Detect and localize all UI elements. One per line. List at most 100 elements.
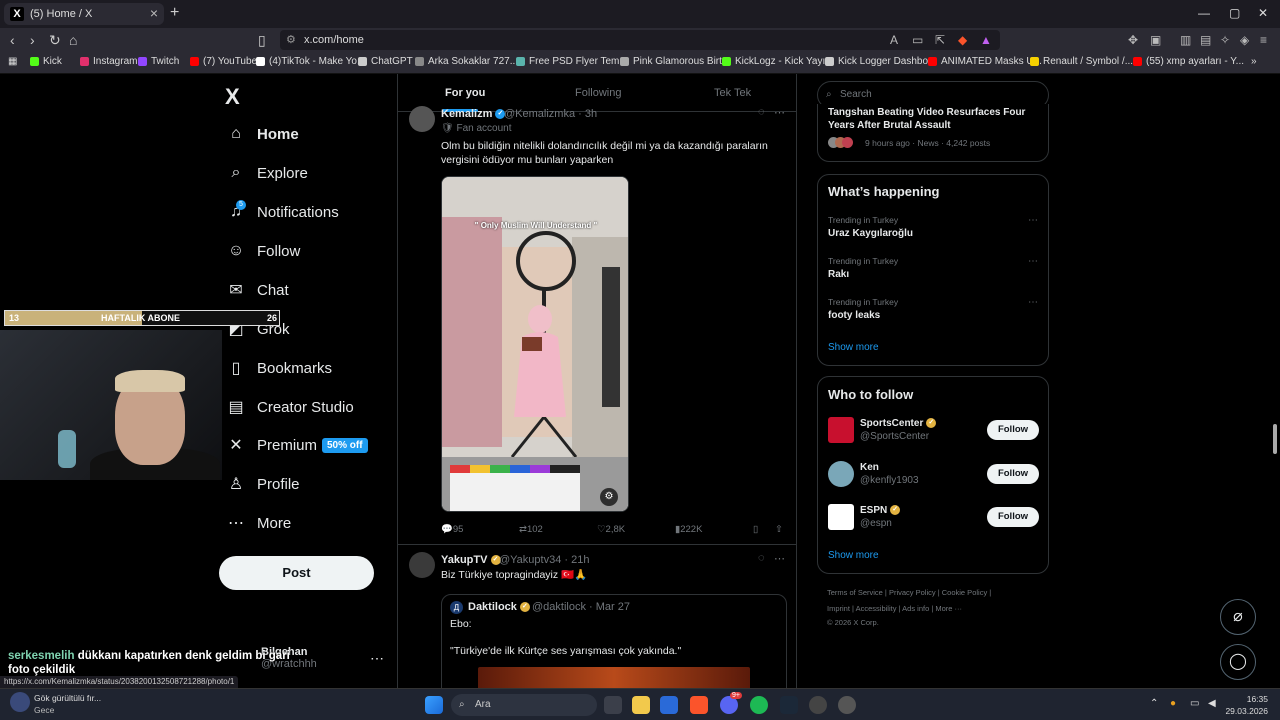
tweet-handle[interactable]: @Yakuptv34 · 21h	[499, 554, 589, 566]
minimize-icon[interactable]: —	[1198, 6, 1210, 20]
brave-icon[interactable]	[690, 696, 708, 714]
bookmark-item[interactable]: (7) YouTube	[190, 56, 257, 67]
new-tab-icon[interactable]: +	[170, 4, 179, 22]
nav-item-home[interactable]: ⌂ Home	[227, 122, 299, 146]
trend-item[interactable]: Trending in Turkey footy leaks ⋯	[818, 297, 1048, 333]
footer-links[interactable]: Imprint | Accessibility | Ads info | Mor…	[827, 604, 962, 613]
translate-icon[interactable]: A	[890, 33, 898, 47]
weather-title[interactable]: Gök gürültülü fır...	[34, 693, 101, 703]
tweet-handle[interactable]: @Kemalizmka · 3h	[504, 108, 597, 120]
follow-button[interactable]: Follow	[987, 507, 1039, 527]
follow-suggestion[interactable]: SportsCenter ✓ @SportsCenter Follow	[818, 417, 1048, 449]
microphone-icon[interactable]: ●	[1170, 698, 1176, 709]
nav-item-explore[interactable]: ⌕ Explore	[227, 161, 308, 185]
site-info-icon[interactable]: ⚙	[286, 30, 296, 50]
messages-fab-icon[interactable]: ◯	[1220, 644, 1256, 680]
bookmark-item[interactable]: Kick Logger Dashbo...	[825, 56, 936, 67]
bookmark-page-icon[interactable]: ▯	[258, 32, 266, 49]
store-icon[interactable]	[660, 696, 678, 714]
trend-item[interactable]: Trending in Turkey Rakı ⋯	[818, 256, 1048, 292]
reply-button[interactable]: 💬 95	[441, 524, 463, 535]
follow-suggestion[interactable]: ESPN ✓ @espn Follow	[818, 504, 1048, 536]
browser-tab[interactable]: X (5) Home / X ×	[4, 3, 164, 25]
maximize-icon[interactable]: ▢	[1229, 6, 1240, 20]
bookmark-item[interactable]: Kick	[30, 56, 62, 67]
nav-item-more[interactable]: ⋯ More	[227, 511, 291, 535]
follow-suggestion[interactable]: Ken @kenfly1903 Follow	[818, 461, 1048, 493]
file-explorer-icon[interactable]	[632, 696, 650, 714]
share-icon[interactable]: ⇧	[775, 524, 783, 535]
apps-icon[interactable]: ▦	[8, 56, 17, 67]
clock[interactable]: 16:35 29.03.2026	[1222, 693, 1268, 717]
tray-expand-icon[interactable]: ⌃	[1150, 698, 1158, 709]
media-edit-icon[interactable]: ⚙	[600, 488, 618, 506]
grok-icon[interactable]: ◌	[758, 552, 765, 564]
nav-item-chat[interactable]: ✉ Chat	[227, 278, 288, 302]
bookmark-item[interactable]: KickLogz - Kick Yayı...	[722, 56, 834, 67]
scrollbar[interactable]	[1273, 424, 1277, 454]
tab-tek-tek[interactable]: Tek Tek	[714, 87, 751, 99]
taskbar-search[interactable]: ⌕ Ara	[451, 694, 597, 716]
x-logo[interactable]: X	[225, 84, 240, 110]
tweet-video[interactable]: " Only Muslim Will Understand " ⚙	[441, 176, 629, 512]
tweet-author[interactable]: YakupTV ✓	[441, 554, 501, 566]
like-button[interactable]: ♡ 2,8K	[597, 524, 625, 535]
brave-rewards-icon[interactable]: ▲	[980, 33, 992, 47]
start-icon[interactable]	[425, 696, 443, 714]
settings-icon[interactable]	[809, 696, 827, 714]
forward-icon[interactable]: ›	[30, 32, 35, 48]
extensions-icon[interactable]: ✥	[1128, 33, 1138, 47]
bookmark-item[interactable]: Renault / Symbol /...	[1030, 56, 1133, 67]
bookmark-item[interactable]: ANIMATED Masks U...	[928, 56, 1042, 67]
sidebar-icon[interactable]: ▥	[1180, 33, 1191, 47]
avatar[interactable]	[409, 552, 435, 578]
avatar[interactable]	[409, 106, 435, 132]
steam-icon[interactable]	[780, 696, 798, 714]
account-more-icon[interactable]: ⋯	[370, 650, 384, 667]
tweet-author[interactable]: Kemalizm ✓	[441, 108, 506, 120]
tabs-icon[interactable]: ▣	[1150, 33, 1161, 47]
tab-for-you[interactable]: For you	[445, 87, 485, 99]
vpn-icon[interactable]: ◈	[1240, 33, 1249, 47]
obs-icon[interactable]	[838, 696, 856, 714]
bookmark-item[interactable]: Twitch	[138, 56, 179, 67]
leo-icon[interactable]: ✧	[1220, 33, 1230, 47]
bookmark-item[interactable]: (55) xmp ayarları - Y...	[1133, 56, 1244, 67]
back-icon[interactable]: ‹	[10, 32, 15, 48]
views-button[interactable]: ▮ 222K	[675, 524, 702, 535]
bookmark-item[interactable]: Arka Sokaklar 727...	[415, 56, 518, 67]
reload-icon[interactable]: ↻	[49, 32, 61, 49]
bookmarks-overflow-icon[interactable]: »	[1251, 56, 1257, 67]
nav-item-premium[interactable]: ✕ Premium	[227, 433, 317, 457]
cast-icon[interactable]: ▭	[912, 33, 923, 47]
share-icon[interactable]: ⇱	[935, 33, 945, 47]
network-icon[interactable]: ▭	[1190, 698, 1199, 709]
tweet-more-icon[interactable]: ⋯	[774, 106, 785, 119]
follow-button[interactable]: Follow	[987, 464, 1039, 484]
bookmark-icon[interactable]: ▯	[753, 524, 758, 535]
trend-more-icon[interactable]: ⋯	[1028, 297, 1038, 308]
trend-item[interactable]: Trending in Turkey Uraz Kaygılaroğlu ⋯	[818, 215, 1048, 251]
close-window-icon[interactable]: ✕	[1258, 6, 1268, 20]
task-view-icon[interactable]	[604, 696, 622, 714]
bookmark-item[interactable]: Pink Glamorous Birt...	[620, 56, 730, 67]
menu-icon[interactable]: ≡	[1260, 33, 1267, 47]
tab-following[interactable]: Following	[575, 87, 621, 99]
post-button[interactable]: Post	[219, 556, 374, 590]
nav-item-follow[interactable]: ☺ Follow	[227, 239, 301, 263]
nav-item-profile[interactable]: ♙ Profile	[227, 472, 300, 496]
wallet-icon[interactable]: ▤	[1200, 33, 1211, 47]
follow-button[interactable]: Follow	[987, 420, 1039, 440]
bookmark-item[interactable]: ChatGPT	[358, 56, 413, 67]
bookmark-item[interactable]: (4)TikTok - Make Yo...	[256, 56, 365, 67]
news-card[interactable]: Tangshan Beating Video Resurfaces Four Y…	[817, 104, 1049, 162]
grok-fab-icon[interactable]: ⌀	[1220, 599, 1256, 635]
spotify-icon[interactable]	[750, 696, 768, 714]
weather-icon[interactable]	[10, 692, 30, 712]
show-more-link[interactable]: Show more	[828, 342, 879, 353]
show-more-link[interactable]: Show more	[828, 550, 879, 561]
repost-button[interactable]: ⇄ 102	[519, 524, 543, 535]
bookmark-item[interactable]: Free PSD Flyer Tem...	[516, 56, 628, 67]
footer-links[interactable]: Terms of Service | Privacy Policy | Cook…	[827, 588, 991, 597]
home-browser-icon[interactable]: ⌂	[69, 32, 77, 48]
